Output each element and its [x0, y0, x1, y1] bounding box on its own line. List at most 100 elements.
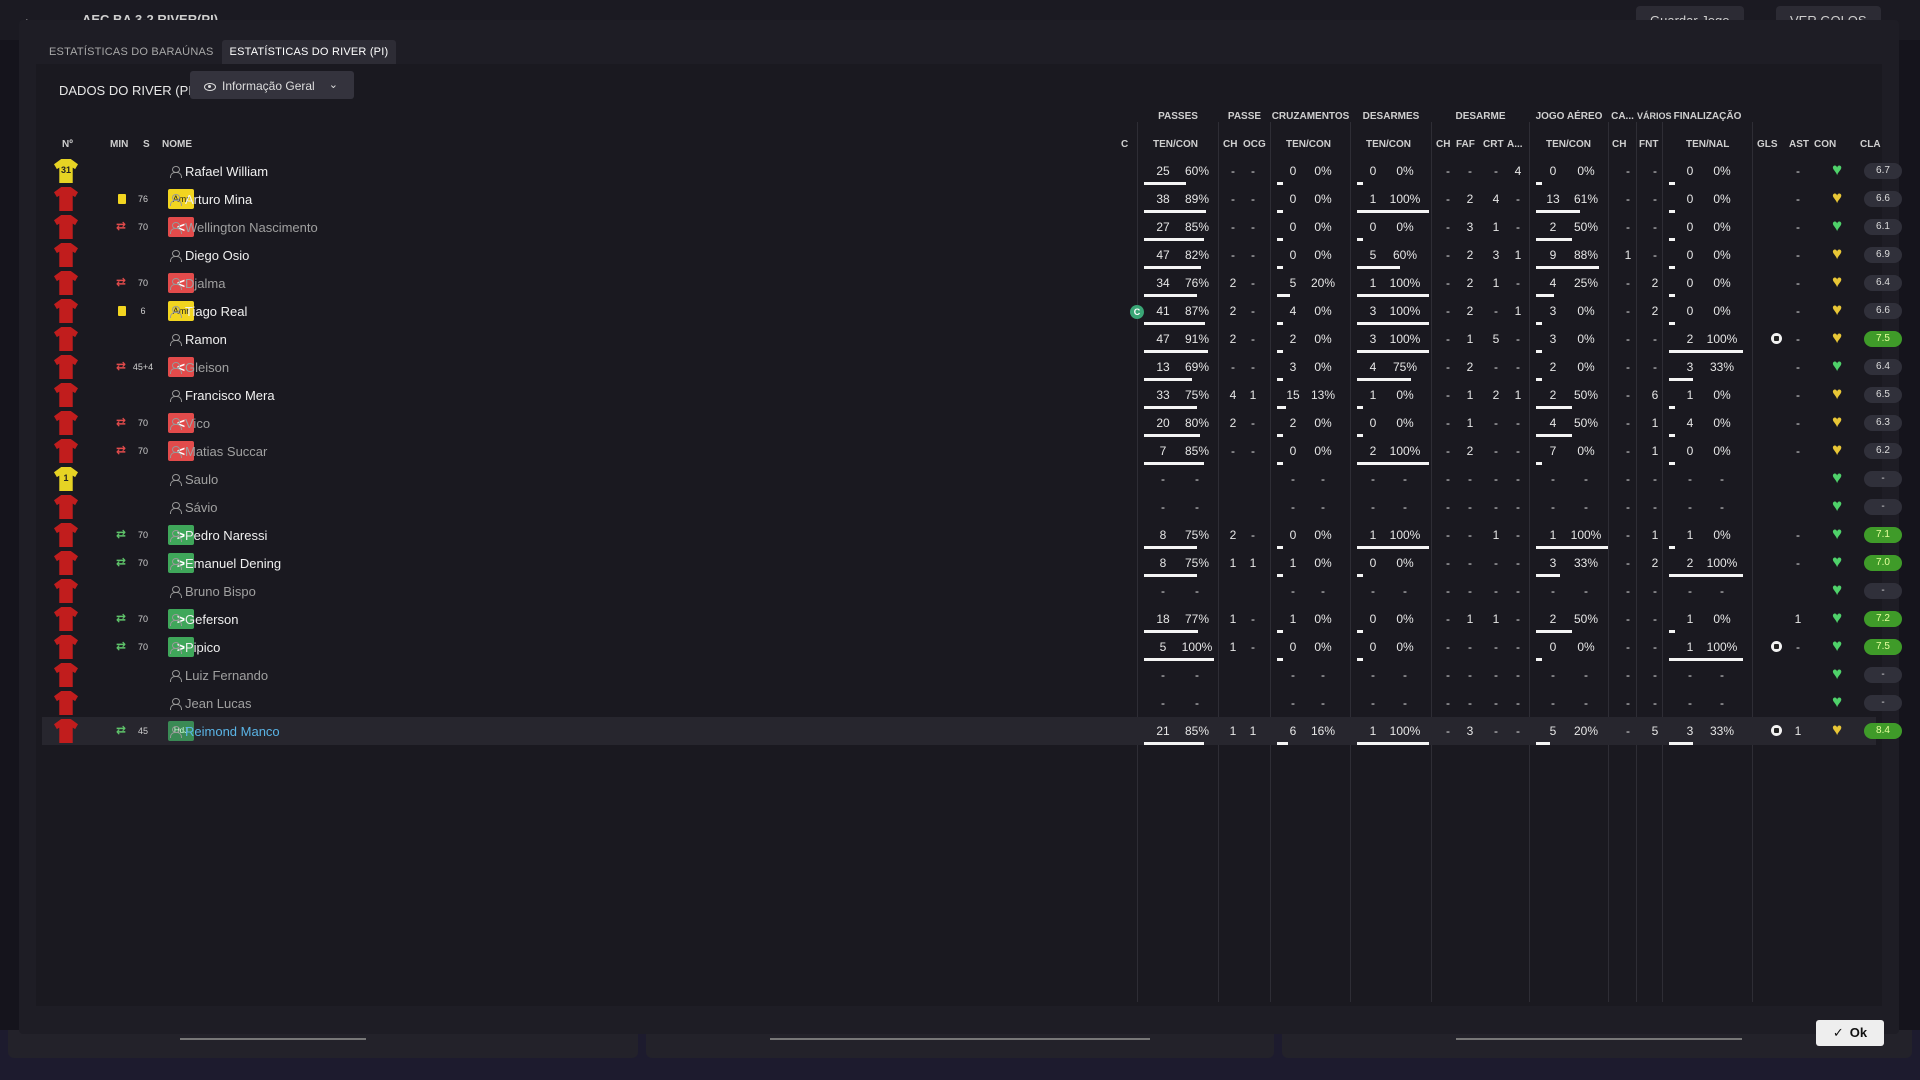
player-name[interactable]: Vico [185, 416, 210, 431]
table-row[interactable]: ⇄ 45 HdJ Reimond Manco 21 85% 1 1 6 16% 1 100% -3- -5… [42, 717, 1902, 745]
col-con[interactable]: CON [1814, 139, 1836, 150]
table-row[interactable]: ⇄70<Vico2080%2-20%00%-1--450%-140%-6.3 [42, 409, 1902, 437]
ok-button[interactable]: ✓ Ok [1816, 1020, 1884, 1046]
stat-aa: 2 [1549, 220, 1557, 234]
kit-shirt-icon [54, 411, 78, 435]
col-desarmes[interactable]: TEN/CON [1366, 139, 1411, 150]
col-passe-ocg[interactable]: OCG [1243, 139, 1266, 150]
stat-faf: - [1468, 668, 1472, 682]
table-row[interactable]: Jean Lucas - - - - - - - - - - - - - - - - - [42, 689, 1902, 717]
table-row[interactable]: ⇄ 70 > Emanuel Dening 8 75% 1 1 1 0% 0 0% - - - -3 33% -2… [42, 549, 1902, 577]
stat-cach: 1 [1624, 248, 1632, 262]
player-name[interactable]: Gleison [185, 360, 229, 375]
col-des-a[interactable]: A... [1507, 139, 1523, 150]
col-des-ch[interactable]: CH [1436, 139, 1450, 150]
table-row[interactable]: ⇄ 70 < Matias Succar 7 85% - -0 0% 2 100% -2- -7 0% -1… [42, 437, 1902, 465]
col-min[interactable]: MIN [110, 139, 128, 150]
col-num[interactable]: Nº [62, 139, 73, 150]
stat-faf: - [1468, 696, 1472, 710]
stat-fa: 0 [1686, 444, 1694, 458]
table-row[interactable]: 6 Amr Tiago Real C 41 87% 2-4 0% 3 100% -2-1 3 0% -2 0… [42, 297, 1902, 325]
col-nome[interactable]: NOME [162, 139, 192, 150]
stat-cach: - [1626, 584, 1630, 598]
condition-heart-icon [1832, 385, 1846, 402]
stat-fa: - [1688, 696, 1692, 710]
player-name[interactable]: Diego Osio [185, 248, 249, 263]
player-name[interactable]: Pipico [185, 640, 220, 655]
table-row[interactable]: Diego Osio4782%--00%560%-231988%1-00%-6.… [42, 241, 1902, 269]
table-row[interactable]: Luiz Fernando - - - - - - - - - - - - - - - - - [42, 661, 1902, 689]
player-name[interactable]: Wellington Nascimento [185, 220, 318, 235]
minute: 70 [137, 222, 148, 232]
stat-ap: 50% [1573, 612, 1599, 626]
player-name[interactable]: Sávio [185, 500, 218, 515]
player-name[interactable]: Geferson [185, 612, 238, 627]
table-row[interactable]: Sávio - - - - - - - - - - - - - - - - - [42, 493, 1902, 521]
col-fnt[interactable]: FNT [1639, 139, 1658, 150]
table-row[interactable]: Francisco Mera 33 75% 4 1 15 13% 1 0% -1 2 1 2 50% -6 1… [42, 381, 1902, 409]
stat-ca: 0 [1289, 164, 1297, 178]
player-name[interactable]: Reimond Manco [185, 724, 280, 739]
table-row[interactable]: 1 Saulo - - - - - - - - - - - - - - - - - [42, 465, 1902, 493]
player-name[interactable]: Ramon [185, 332, 227, 347]
player-name[interactable]: Djalma [185, 276, 225, 291]
stat-cp: 0% [1314, 192, 1332, 206]
player-name[interactable]: Arturo Mina [185, 192, 252, 207]
table-row[interactable]: 31 Rafael William 25 60% - - 0 0% 0 0% - - - 4 0 0% - - 0 0… [42, 157, 1902, 185]
stat-ast: - [1796, 276, 1800, 290]
stat-cp: 0% [1314, 556, 1332, 570]
col-finalizacao[interactable]: TEN/NAL [1686, 139, 1729, 150]
player-rating: - [1864, 667, 1902, 683]
table-row[interactable]: ⇄ 70 < Wellington Nascimento 27 85% - -0 0% 0 0% -3… [42, 213, 1902, 241]
table-row[interactable]: Ramon4791%2-20%3100%-15-30%--2100%-7.5 [42, 325, 1902, 353]
player-name[interactable]: Bruno Bispo [185, 584, 256, 599]
player-name[interactable]: Jean Lucas [185, 696, 252, 711]
kit-shirt-icon [54, 355, 78, 379]
player-name[interactable]: Luiz Fernando [185, 668, 268, 683]
view-dropdown[interactable]: Informação Geral ⌄ [190, 71, 354, 99]
table-row[interactable]: ⇄ 45+4 < Gleison 13 69% - -3 0% 4 75% -2- -2 0% - -3 33%… [42, 353, 1902, 381]
table-row[interactable]: ⇄70>Pipico5100%1-00%00%----00%--1100%-7.… [42, 633, 1902, 661]
player-name[interactable]: Emanuel Dening [185, 556, 281, 571]
player-name[interactable]: Matias Succar [185, 444, 267, 459]
stat-cp: 0% [1314, 612, 1332, 626]
minute: 70 [137, 642, 148, 652]
col-cruz[interactable]: TEN/CON [1286, 139, 1331, 150]
col-c[interactable]: C [1121, 139, 1128, 150]
col-ast[interactable]: AST [1789, 139, 1809, 150]
table-row[interactable]: Bruno Bispo - - - - - - - - - - - - - - - - - [42, 577, 1902, 605]
player-name[interactable]: Francisco Mera [185, 388, 275, 403]
col-des-faf[interactable]: FAF [1456, 139, 1475, 150]
condition-heart-icon [1832, 329, 1846, 346]
col-cla[interactable]: CLA [1860, 139, 1881, 150]
stat-da: 0 [1369, 416, 1377, 430]
table-row[interactable]: 76 Amr Arturo Mina 38 89% - -0 0% 1 100% -2 4-13 61%… [42, 185, 1902, 213]
tab-baraunas-stats[interactable]: ESTATÍSTICAS DO BARAÚNAS [41, 40, 222, 64]
group-passes: PASSES [1158, 111, 1198, 122]
player-name[interactable]: Pedro Naressi [185, 528, 267, 543]
stat-da: - [1371, 696, 1375, 710]
tab-river-stats[interactable]: ESTATÍSTICAS DO RIVER (PI) [221, 40, 397, 64]
stat-fa: 0 [1686, 164, 1694, 178]
player-name[interactable]: Tiago Real [185, 304, 247, 319]
stat-fp: - [1720, 472, 1724, 486]
table-row[interactable]: ⇄70>Geferson1877%1-10%00%-11-250%--10%17… [42, 605, 1902, 633]
yellow-card-icon [118, 194, 126, 204]
col-passes[interactable]: TEN/CON [1153, 139, 1198, 150]
table-row[interactable]: ⇄ 70 > Pedro Naressi 8 75% 2-0 0% 1 100% - -1-1 100%… [42, 521, 1902, 549]
player-name[interactable]: Saulo [185, 472, 218, 487]
stat-fa: 3 [1686, 724, 1694, 738]
col-des-crt[interactable]: CRT [1483, 139, 1504, 150]
view-dropdown-label: Informação Geral [222, 79, 315, 93]
table-row[interactable]: ⇄ 70 < Djalma 34 76% 2-5 20% 1 100% -2 1-4 25% -2 0 0% -… [42, 269, 1902, 297]
stat-faf: 2 [1466, 360, 1474, 374]
col-passe-ch[interactable]: CH [1223, 139, 1237, 150]
col-s[interactable]: S [143, 139, 150, 150]
col-aereo[interactable]: TEN/CON [1546, 139, 1591, 150]
col-gls[interactable]: GLS [1757, 139, 1778, 150]
stat-fp: 33% [1709, 360, 1735, 374]
player-name[interactable]: Rafael William [185, 164, 268, 179]
stat-ap: 0% [1577, 332, 1595, 346]
col-ca-ch[interactable]: CH [1612, 139, 1626, 150]
stat-cp: 0% [1314, 164, 1332, 178]
